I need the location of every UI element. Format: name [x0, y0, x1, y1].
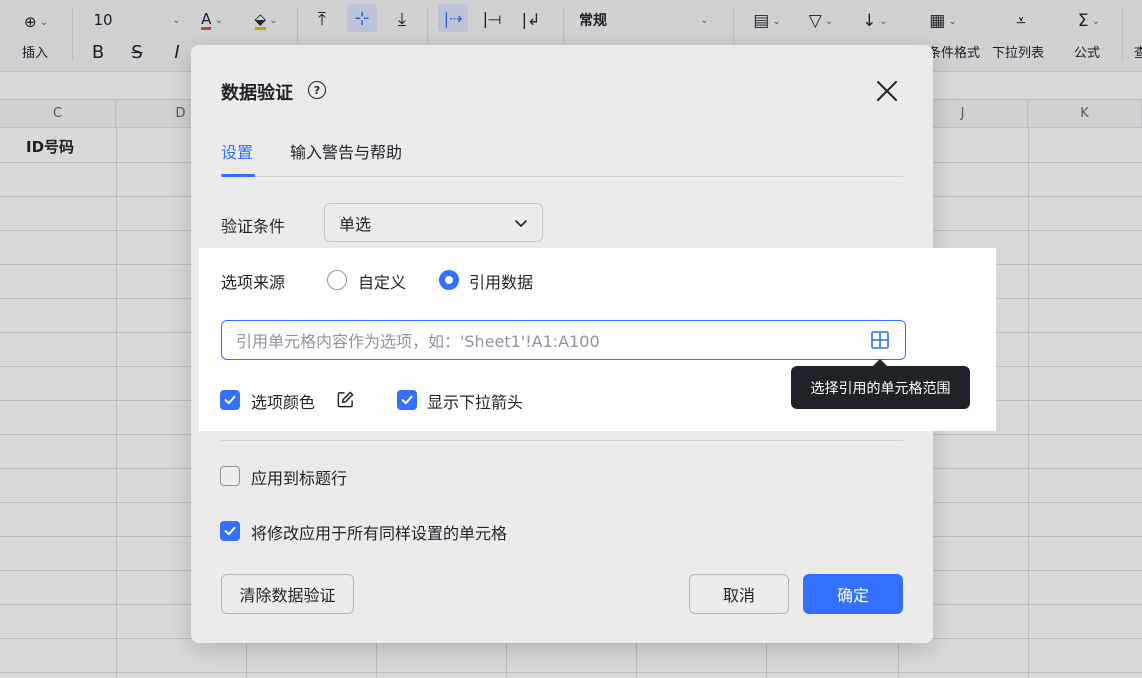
condition-label: 验证条件 — [221, 217, 286, 236]
checkmark-icon — [224, 395, 236, 405]
chevron-down-icon — [515, 219, 527, 227]
checkmark-icon — [224, 526, 236, 536]
close-icon[interactable] — [875, 79, 899, 103]
clear-validation-button[interactable]: 清除数据验证 — [221, 574, 354, 614]
confirm-button[interactable]: 确定 — [803, 574, 903, 614]
source-label: 选项来源 — [221, 273, 286, 292]
apply-all-checkbox[interactable] — [220, 521, 240, 541]
edit-icon[interactable] — [336, 390, 355, 409]
radio-custom[interactable] — [327, 270, 347, 290]
help-icon[interactable]: ? — [308, 81, 326, 99]
section-divider — [221, 440, 903, 441]
radio-reference-data[interactable] — [439, 270, 459, 290]
tab-input-warning-help[interactable]: 输入警告与帮助 — [290, 139, 402, 163]
cancel-button[interactable]: 取消 — [689, 574, 789, 614]
select-range-grid-icon[interactable] — [870, 330, 890, 350]
tab-settings[interactable]: 设置 — [221, 139, 253, 163]
tab-divider — [221, 176, 903, 177]
radio-custom-label[interactable]: 自定义 — [358, 269, 406, 293]
option-color-checkbox[interactable] — [220, 390, 240, 410]
tab-active-indicator — [221, 174, 255, 177]
reference-range-input[interactable]: 引用单元格内容作为选项，如：'Sheet1'!A1:A100 — [221, 320, 906, 360]
condition-value: 单选 — [339, 214, 372, 234]
show-arrow-checkbox[interactable] — [397, 390, 417, 410]
apply-all-label[interactable]: 将修改应用于所有同样设置的单元格 — [251, 520, 507, 544]
show-arrow-label[interactable]: 显示下拉箭头 — [427, 389, 523, 413]
range-tooltip: 选择引用的单元格范围 — [791, 366, 970, 409]
radio-reference-label[interactable]: 引用数据 — [469, 269, 533, 293]
checkmark-icon — [401, 395, 413, 405]
dialog-title: 数据验证 — [221, 83, 293, 104]
tooltip-arrow — [873, 359, 887, 366]
condition-select[interactable]: 单选 — [324, 203, 543, 242]
reference-range-placeholder: 引用单元格内容作为选项，如：'Sheet1'!A1:A100 — [236, 332, 600, 351]
apply-header-checkbox[interactable] — [220, 466, 240, 486]
apply-header-label[interactable]: 应用到标题行 — [251, 465, 347, 489]
option-color-label[interactable]: 选项颜色 — [251, 389, 315, 413]
